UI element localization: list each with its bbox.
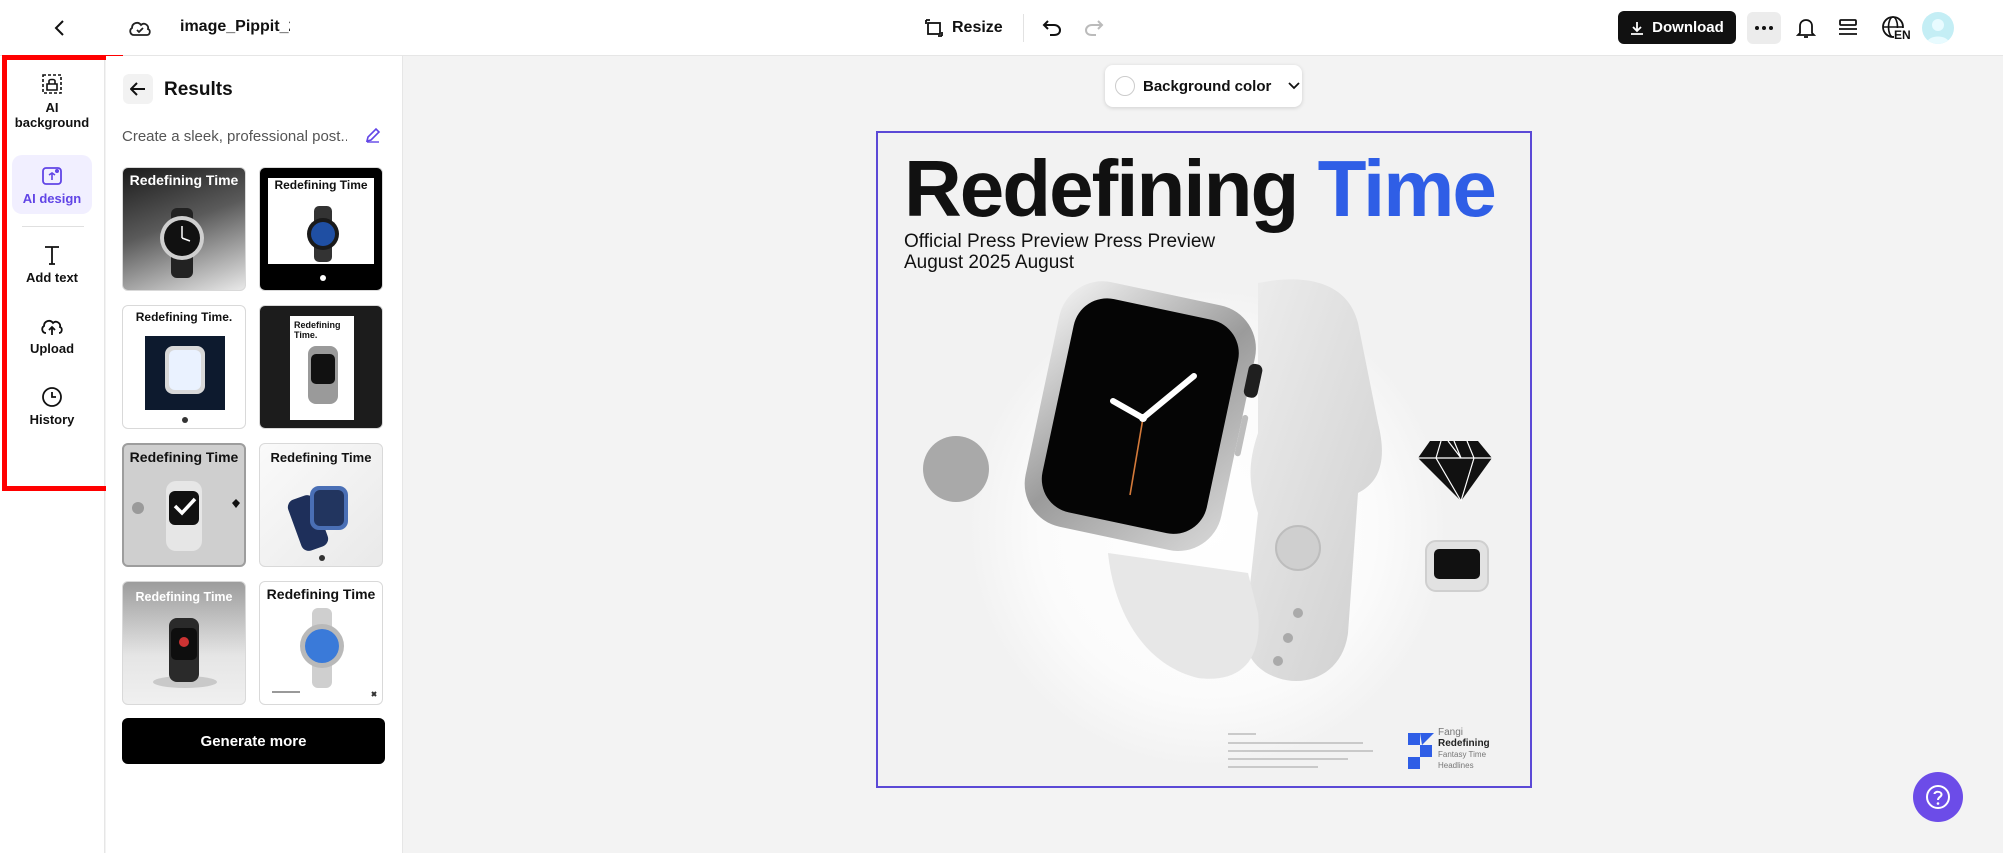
brand-line: Headlines: [1438, 761, 1474, 770]
undo-icon[interactable]: [1036, 12, 1068, 44]
redo-icon[interactable]: [1078, 12, 1110, 44]
chevron-down-icon: [1288, 82, 1300, 90]
rail-highlight-box: [2, 55, 123, 491]
selected-check-icon: [170, 491, 200, 521]
result-thumbnail[interactable]: Redefining Time.: [122, 305, 246, 429]
watch-image: [153, 618, 217, 688]
resize-icon: [925, 19, 943, 37]
file-title[interactable]: image_Pippit_20: [180, 18, 290, 36]
background-color-button[interactable]: Background color: [1105, 65, 1302, 107]
watch-image: [308, 346, 338, 404]
poster-brand-logo-icon: [1408, 733, 1434, 769]
brand-line: Fantasy Time: [1438, 750, 1487, 759]
panel-back-icon[interactable]: [123, 74, 153, 104]
brand-line: Redefining: [1438, 738, 1490, 749]
results-panel: Results Create a sleek, professional pos…: [106, 56, 403, 853]
poster-artboard[interactable]: Redefining Time Official Press Preview P…: [876, 131, 1532, 788]
watch-image: [145, 336, 225, 423]
color-swatch: [1115, 76, 1135, 96]
top-bar: image_Pippit_20 Resize Download EN: [0, 0, 2003, 56]
layers-icon[interactable]: [1832, 12, 1864, 44]
download-button[interactable]: Download: [1618, 11, 1736, 44]
result-thumbnail[interactable]: Redefining Time: [259, 581, 383, 705]
poster-brand-text[interactable]: Fangi Redefining Fantasy Time Headlines: [1438, 727, 1490, 771]
resize-label: Resize: [952, 19, 1003, 36]
panel-title: Results: [164, 79, 233, 100]
watch-image: [272, 608, 377, 697]
watch-image: [287, 486, 348, 561]
back-icon[interactable]: [44, 12, 76, 44]
cloud-icon[interactable]: [124, 12, 156, 44]
resize-button[interactable]: Resize: [924, 14, 1024, 42]
poster-graphics: [923, 279, 1492, 769]
edit-icon[interactable]: [364, 126, 384, 146]
more-options-icon[interactable]: [1747, 12, 1781, 44]
help-button[interactable]: [1913, 772, 1963, 822]
result-thumbnail[interactable]: Redefining Time.: [259, 305, 383, 429]
bell-icon[interactable]: [1790, 12, 1822, 44]
poster-grey-dot: [923, 436, 989, 502]
language-label: EN: [1894, 28, 1911, 42]
watch-image: [307, 206, 339, 281]
result-thumbnail[interactable]: Redefining Time: [122, 167, 246, 291]
result-thumbnail[interactable]: Redefining Time: [122, 581, 246, 705]
background-color-label: Background color: [1143, 77, 1272, 95]
language-icon[interactable]: EN: [1874, 10, 1914, 46]
prompt-text[interactable]: Create a sleek, professional post...: [122, 128, 347, 145]
download-label: Download: [1652, 19, 1724, 36]
help-icon: [1926, 785, 1950, 809]
result-thumbnail[interactable]: Redefining Time: [259, 167, 383, 291]
result-thumbnail-selected[interactable]: Redefining Time: [122, 443, 246, 567]
generate-more-button[interactable]: Generate more: [122, 718, 385, 764]
download-icon: [1631, 21, 1644, 35]
avatar[interactable]: [1922, 12, 1954, 44]
poster-device-icon: [1425, 540, 1489, 592]
brand-line: Fangi: [1438, 727, 1464, 738]
result-thumbnail[interactable]: Redefining Time: [259, 443, 383, 567]
watch-image: [160, 208, 204, 278]
